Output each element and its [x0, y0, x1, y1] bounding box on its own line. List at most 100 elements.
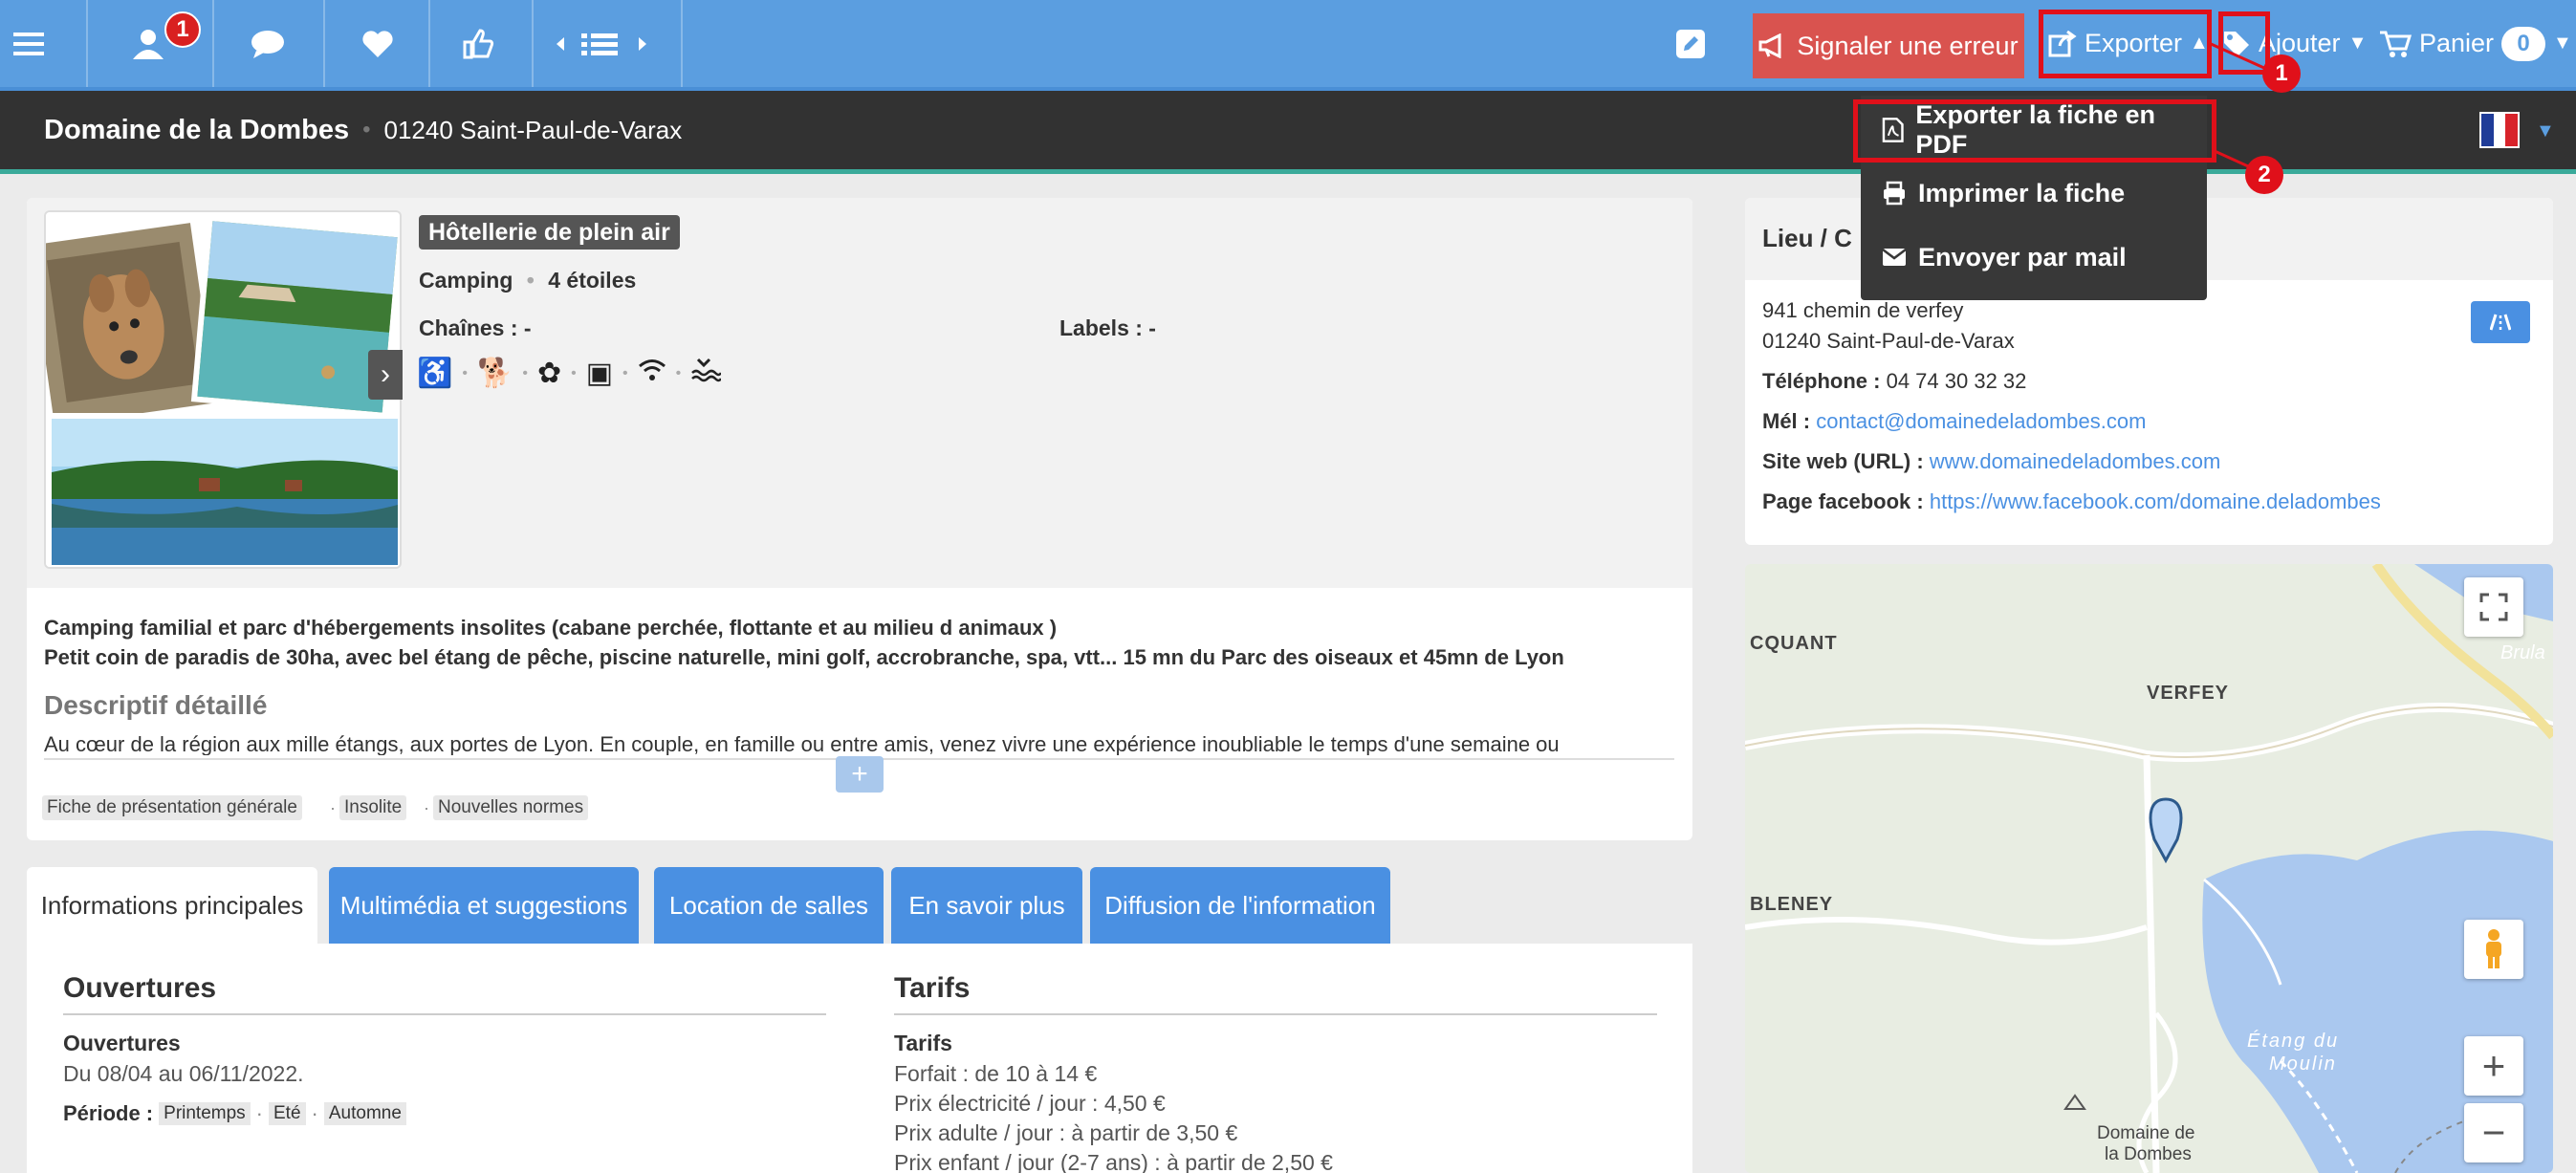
map-label-cquant: CQUANT — [1750, 633, 1838, 654]
rate-line: Prix électricité / jour : 4,50 € — [894, 1091, 1166, 1116]
zoom-in-button[interactable]: + — [2464, 1036, 2523, 1096]
detailed-description-text: Au cœur de la région aux mille étangs, a… — [44, 732, 1560, 755]
fullscreen-button[interactable] — [2464, 577, 2523, 637]
annotation-marker-1: 1 — [2262, 54, 2301, 93]
location-city: 01240 Saint-Paul-de-Varax — [1762, 329, 2015, 353]
location-street: 941 chemin de verfey — [1762, 298, 1964, 322]
wifi-icon — [638, 358, 666, 390]
print-item[interactable]: Imprimer la fiche — [1882, 172, 2125, 214]
megaphone-icon — [1758, 33, 1781, 58]
location-site-line: Site web (URL) : www.domainedeladombes.c… — [1762, 449, 2220, 474]
openings-subheading: Ouvertures — [63, 1031, 181, 1055]
period-label: Période : — [63, 1101, 154, 1125]
mail-link[interactable]: contact@domainedeladombes.com — [1816, 409, 2146, 433]
location-heading: Lieu / C — [1762, 224, 1852, 252]
tab-location-salles[interactable]: Location de salles — [654, 867, 884, 944]
thumbs-up-icon[interactable] — [449, 0, 507, 87]
rates-heading: Tarifs — [894, 972, 971, 1004]
fullscreen-icon — [2479, 593, 2508, 621]
cart-icon — [2380, 31, 2412, 57]
email-label: Envoyer par mail — [1918, 242, 2127, 272]
map-label-verfey: VERFEY — [2147, 683, 2230, 704]
tab-panel — [27, 944, 1692, 1173]
map-label-brula: Brula — [2500, 642, 2545, 663]
notification-badge: 1 — [164, 11, 201, 48]
chains-label: Chaînes : - — [419, 315, 532, 340]
wheelchair-icon: ♿ — [417, 358, 453, 389]
period-autumn: Automne — [323, 1102, 406, 1125]
tab-multimedia[interactable]: Multimédia et suggestions — [329, 867, 639, 944]
report-error-label: Signaler une erreur — [1797, 31, 2019, 60]
pool-icon — [690, 358, 723, 390]
street-view-button[interactable] — [2464, 920, 2523, 979]
listing-stars: 4 étoiles — [548, 268, 637, 293]
annotation-box-export — [2039, 10, 2212, 78]
location-phone-line: Téléphone : 04 74 30 32 32 — [1762, 369, 2026, 394]
map-label-bleney: BLENEY — [1750, 894, 1834, 915]
plus-icon: + — [851, 758, 868, 790]
printer-icon — [1884, 181, 1905, 206]
map-label-domaine: Domaine de — [2097, 1123, 2195, 1143]
rate-line: Prix enfant / jour (2-7 ans) : à partir … — [894, 1150, 1333, 1173]
facebook-link[interactable]: https://www.facebook.com/domaine.deladom… — [1930, 489, 2381, 513]
openings-dates: Du 08/04 au 06/11/2022. — [63, 1061, 304, 1086]
amenity-icons: ♿ • 🐕 • ✿ • ▣ • • — [417, 357, 723, 390]
minus-icon: − — [2481, 1110, 2506, 1155]
menu-icon[interactable] — [0, 0, 57, 87]
page-subtitle: 01240 Saint-Paul-de-Varax — [383, 115, 683, 144]
envelope-icon — [1882, 249, 1907, 266]
cart-label: Panier — [2419, 29, 2495, 57]
spa-icon: ✿ — [536, 358, 562, 389]
heart-icon[interactable] — [349, 0, 406, 87]
site-label: Site web (URL) : — [1762, 449, 1924, 473]
listing-type-line: Camping • 4 étoiles — [419, 268, 637, 293]
phone-label: Téléphone : — [1762, 369, 1881, 393]
openings-heading: Ouvertures — [63, 972, 217, 1004]
tab-diffusion[interactable]: Diffusion de l'information — [1090, 867, 1390, 944]
cart-button[interactable]: Panier 0 ▼ — [2379, 0, 2572, 87]
tag-general: Fiche de présentation générale — [42, 795, 302, 820]
cart-chevron-icon: ▼ — [2553, 33, 2572, 54]
page-title: Domaine de la Dombes — [44, 114, 350, 145]
french-flag-icon[interactable] — [2479, 112, 2520, 148]
edit-icon[interactable] — [1662, 0, 1719, 87]
period-spring: Printemps — [159, 1102, 251, 1125]
site-link[interactable]: www.domainedeladombes.com — [1930, 449, 2221, 473]
period-summer: Eté — [269, 1102, 306, 1125]
language-chevron-icon[interactable]: ▼ — [2536, 120, 2555, 142]
rates-subheading: Tarifs — [894, 1031, 952, 1055]
pet-icon: 🐕 — [476, 358, 513, 389]
description-line-1: Camping familial et parc d'hébergements … — [44, 616, 1058, 640]
location-mail-line: Mél : contact@domainedeladombes.com — [1762, 409, 2146, 434]
navigation-button[interactable] — [2471, 301, 2530, 343]
listing-type: Camping — [419, 268, 513, 293]
listing-photo-collage[interactable] — [44, 210, 402, 569]
list-nav-icon[interactable] — [550, 0, 655, 87]
tab-informations-principales[interactable]: Informations principales — [27, 867, 317, 944]
category-badge: Hôtellerie de plein air — [419, 215, 680, 250]
mail-label: Mél : — [1762, 409, 1811, 433]
map-label-dombes: la Dombes — [2105, 1144, 2192, 1164]
card-payment-icon: ▣ — [585, 358, 614, 389]
labels-label: Labels : - — [1059, 315, 1156, 340]
next-photo-button[interactable]: › — [368, 350, 403, 400]
rate-line: Forfait : de 10 à 14 € — [894, 1061, 1098, 1086]
comment-icon[interactable] — [239, 0, 296, 87]
chevron-down-icon: ▼ — [2347, 33, 2368, 54]
expand-description-button[interactable]: + — [836, 756, 884, 793]
detailed-description-heading: Descriptif détaillé — [44, 690, 268, 720]
cart-count-badge: 0 — [2501, 26, 2546, 61]
facebook-label: Page facebook : — [1762, 489, 1924, 513]
location-map[interactable]: CQUANT VERFEY BLENEY Étang du Moulin Bru… — [1745, 564, 2553, 1173]
rate-line: Prix adulte / jour : à partir de 3,50 € — [894, 1120, 1238, 1145]
phone-value: 04 74 30 32 32 — [1886, 369, 2027, 393]
road-icon — [2490, 314, 2511, 331]
tab-en-savoir-plus[interactable]: En savoir plus — [891, 867, 1082, 944]
tag-insolite: Insolite — [339, 795, 407, 820]
email-item[interactable]: Envoyer par mail — [1882, 236, 2127, 278]
tag-nouvelles-normes: Nouvelles normes — [433, 795, 589, 820]
openings-periods: Période : Printemps · Eté · Automne — [63, 1101, 406, 1126]
zoom-out-button[interactable]: − — [2464, 1103, 2523, 1162]
report-error-button[interactable]: Signaler une erreur — [1753, 13, 2024, 78]
chevron-right-icon: › — [381, 358, 390, 390]
